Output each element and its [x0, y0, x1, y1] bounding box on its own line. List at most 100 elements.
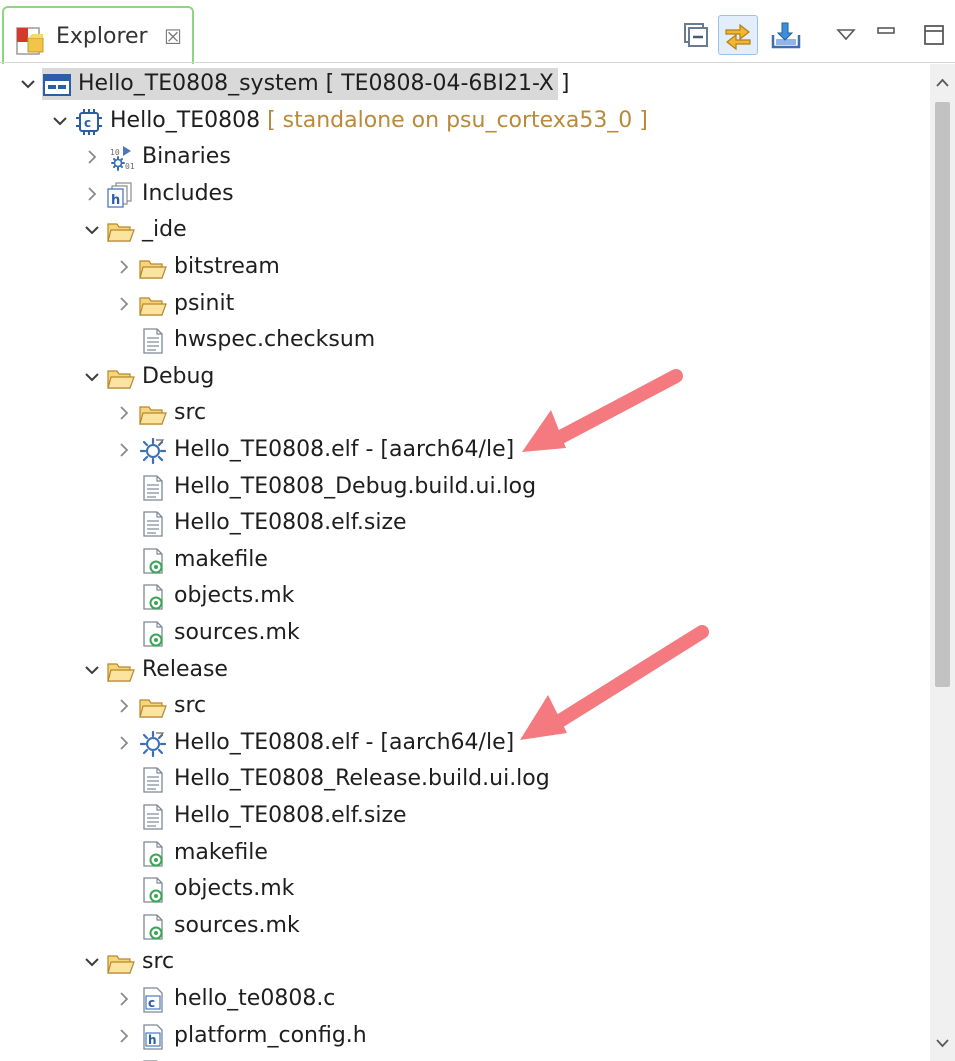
tree-item-name: makefile — [174, 839, 268, 865]
folder-icon — [106, 364, 136, 392]
tree-item[interactable]: Release — [0, 652, 930, 688]
tree-item[interactable]: Hello_TE0808.elf - [aarch64/le] — [0, 725, 930, 761]
tree-item-name: sources.mk — [174, 620, 300, 645]
makefile-icon — [138, 840, 168, 868]
header-divider — [0, 62, 955, 63]
tree-item[interactable]: h Includes — [0, 176, 930, 212]
chevron-down-icon[interactable] — [82, 659, 102, 681]
makefile-icon — [138, 620, 168, 648]
chevron-right-icon[interactable] — [114, 732, 134, 754]
chevron-right-icon[interactable] — [82, 183, 102, 205]
tree-item[interactable]: bitstream — [0, 249, 930, 285]
tree-item-label: Binaries — [142, 143, 231, 171]
tree-item[interactable]: Hello_TE0808.elf - [aarch64/le] — [0, 432, 930, 468]
scroll-up-arrow-icon[interactable] — [930, 72, 955, 94]
tree-item-name: src — [174, 693, 207, 719]
explorer-view-icon — [16, 27, 44, 55]
chevron-down-icon[interactable] — [82, 366, 102, 388]
tree-item[interactable]: _ide — [0, 212, 930, 248]
text-file-icon — [138, 803, 168, 831]
tree-item-name: Hello_TE0808_system [ TE0808-04-6BI21-X … — [78, 71, 570, 96]
collapse-all-icon — [684, 23, 708, 47]
tree-item[interactable]: Hello_TE0808_system [ TE0808-04-6BI21-X … — [0, 66, 930, 102]
tree-item-name: sources.mk — [174, 912, 300, 938]
chevron-down-icon[interactable] — [82, 219, 102, 241]
tree-item[interactable]: 10 01 Binaries — [0, 139, 930, 175]
vertical-scrollbar[interactable] — [930, 64, 955, 1061]
tree-item[interactable]: makefile — [0, 835, 930, 871]
chevron-right-icon[interactable] — [114, 988, 134, 1010]
tree-item[interactable]: sources.mk — [0, 615, 930, 651]
tree-item[interactable]: objects.mk — [0, 578, 930, 614]
tree-item[interactable]: sources.mk — [0, 908, 930, 944]
tree-item-name: Includes — [142, 180, 234, 206]
import-button[interactable] — [766, 15, 806, 55]
chevron-right-icon[interactable] — [114, 695, 134, 717]
tree-item-label: makefile — [174, 839, 268, 867]
link-with-editor-button[interactable] — [718, 15, 758, 55]
makefile-icon — [138, 913, 168, 941]
tree-item[interactable]: src — [0, 944, 930, 980]
chevron-right-icon[interactable] — [114, 439, 134, 461]
tree-item[interactable]: Hello_TE0808.elf.size — [0, 505, 930, 541]
tree-item[interactable]: psinit — [0, 286, 930, 322]
tree-item[interactable]: h platform_config.h — [0, 1018, 930, 1054]
tree-item-name: Hello_TE0808_Release.build.ui.log — [174, 766, 550, 792]
system-project-icon — [42, 71, 72, 99]
tree-item-label: Includes — [142, 180, 234, 208]
chevron-down-icon[interactable] — [50, 110, 70, 132]
import-icon — [771, 22, 801, 49]
svg-text:01: 01 — [125, 162, 135, 171]
chevron-right-icon[interactable] — [114, 1025, 134, 1047]
tree-item-name: objects.mk — [174, 876, 295, 902]
folder-icon — [106, 657, 136, 685]
makefile-icon — [138, 876, 168, 904]
svg-text:h: h — [148, 1033, 157, 1047]
tree-item[interactable]: hwspec.checksum — [0, 322, 930, 358]
tree-item[interactable]: c hello_te0808.c — [0, 981, 930, 1017]
project-explorer-tree[interactable]: Hello_TE0808_system [ TE0808-04-6BI21-X … — [0, 64, 930, 1061]
tree-item-label: Hello_TE0808.elf.size — [174, 802, 407, 830]
tree-item[interactable]: makefile — [0, 542, 930, 578]
collapse-all-button[interactable] — [676, 15, 716, 55]
tree-item-label: Hello_TE0808_system [ TE0808-04-6BI21-X … — [78, 70, 569, 98]
folder-icon — [138, 291, 168, 319]
binaries-icon: 10 01 — [106, 144, 136, 172]
chevron-right-icon[interactable] — [114, 256, 134, 278]
chevron-right-icon[interactable] — [114, 293, 134, 315]
elf-binary-icon — [138, 730, 168, 758]
c-project-icon: c — [74, 108, 104, 136]
tree-item[interactable]: Hello_TE0808_Release.build.ui.log — [0, 761, 930, 797]
makefile-icon — [138, 547, 168, 575]
view-menu-button[interactable] — [826, 15, 866, 55]
minimize-button[interactable] — [866, 15, 906, 55]
tree-item-name: Hello_TE0808.elf.size — [174, 803, 407, 828]
close-icon[interactable]: ☒ — [160, 22, 186, 52]
chevron-down-icon[interactable] — [18, 73, 38, 95]
chevron-down-icon[interactable] — [82, 951, 102, 973]
tree-item-label: sources.mk — [174, 912, 300, 940]
chevron-right-icon[interactable] — [82, 146, 102, 168]
scroll-down-arrow-icon[interactable] — [930, 1032, 955, 1054]
explorer-tab[interactable]: Explorer ☒ — [2, 6, 194, 64]
tree-item-label: Hello_TE0808.elf - [aarch64/le] — [174, 436, 514, 464]
tree-item[interactable]: c Hello_TE0808 [ standalone on psu_cortex… — [0, 103, 930, 139]
tree-item-name: objects.mk — [174, 583, 295, 609]
tree-item-name: bitstream — [174, 254, 280, 279]
scrollbar-thumb[interactable] — [935, 102, 950, 687]
tree-item[interactable]: c — [0, 1054, 930, 1061]
chevron-right-icon[interactable] — [114, 402, 134, 424]
folder-icon — [138, 254, 168, 282]
tree-item-name: Hello_TE0808 — [110, 107, 261, 133]
tree-item[interactable]: Hello_TE0808_Debug.build.ui.log — [0, 469, 930, 505]
tree-item[interactable]: Hello_TE0808.elf.size — [0, 798, 930, 834]
tree-item-label: objects.mk — [174, 582, 294, 610]
explorer-tab-label: Explorer — [56, 24, 148, 49]
tree-item[interactable]: src — [0, 688, 930, 724]
tree-item[interactable]: objects.mk — [0, 871, 930, 907]
svg-text:c: c — [148, 996, 155, 1010]
tree-item[interactable]: src — [0, 395, 930, 431]
tree-item[interactable]: Debug — [0, 359, 930, 395]
tree-item-label: Hello_TE0808 [ standalone on psu_cortexa… — [110, 107, 648, 135]
maximize-button[interactable] — [914, 15, 954, 55]
